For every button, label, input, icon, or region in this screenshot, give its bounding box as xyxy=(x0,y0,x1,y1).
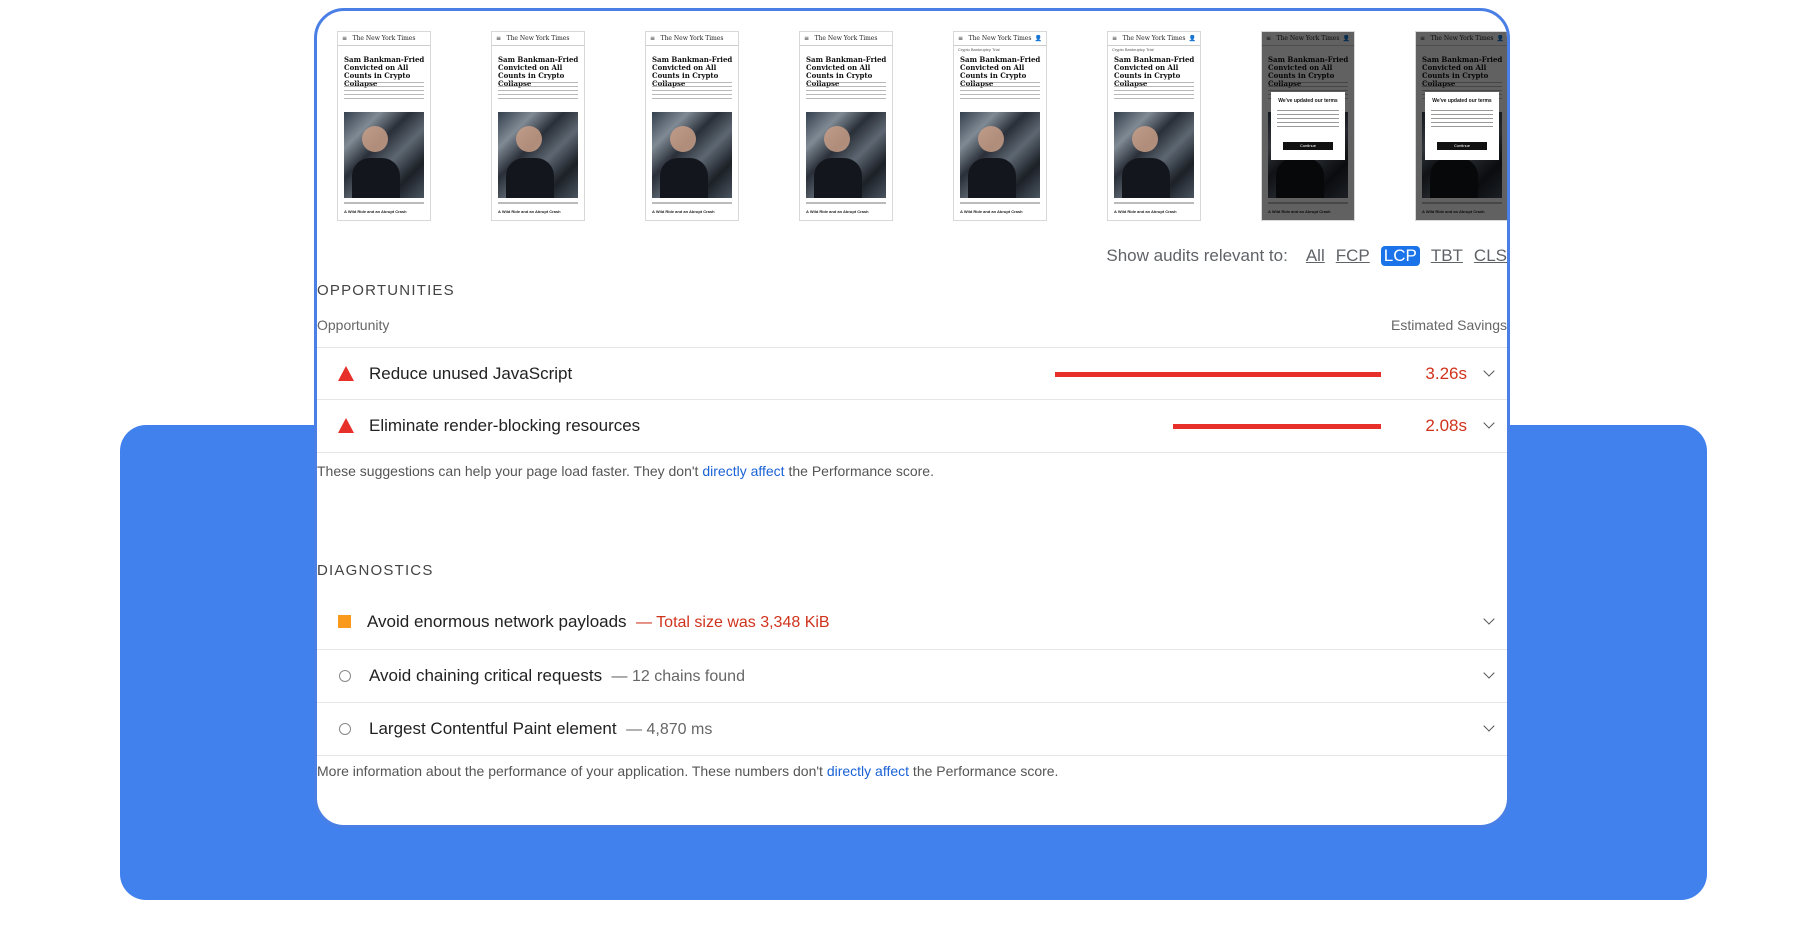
frame-headline: Sam Bankman-Fried Convicted on All Count… xyxy=(1422,55,1503,88)
frame-photo xyxy=(344,112,424,198)
filmstrip-frame: ≡ The New York Times 👤 Sam Bankman-Fried C… xyxy=(1261,31,1355,221)
audit-title: Avoid enormous network payloads — Total … xyxy=(367,612,830,631)
directly-affect-link[interactable]: directly affect xyxy=(702,463,784,479)
info-circle-icon xyxy=(339,670,351,682)
audit-title: Avoid chaining critical requests — 12 ch… xyxy=(369,666,745,685)
chevron-down-icon[interactable] xyxy=(1483,613,1495,625)
diagnostics-note: More information about the performance o… xyxy=(317,763,1059,779)
audit-detail: — 12 chains found xyxy=(611,668,745,685)
column-opportunity: Opportunity xyxy=(317,317,390,333)
opportunities-column-headers: Opportunity Estimated Savings xyxy=(317,317,1507,337)
audit-row-render-blocking[interactable]: Eliminate render-blocking resources 2.08… xyxy=(317,399,1507,453)
fail-triangle-icon xyxy=(338,418,354,433)
filter-lcp[interactable]: LCP xyxy=(1380,246,1420,266)
filmstrip-frame: ≡ The New York Times 👤 Sam Bankman-Fried C… xyxy=(1415,31,1507,221)
filter-fcp[interactable]: FCP xyxy=(1336,246,1370,266)
filmstrip: ≡ The New York Times Sam Bankman-Fried Co… xyxy=(317,21,1507,223)
lighthouse-report-card: ≡ The New York Times Sam Bankman-Fried Co… xyxy=(314,8,1510,828)
frame-photo xyxy=(498,112,578,198)
audit-row-lcp-element[interactable]: Largest Contentful Paint element — 4,870… xyxy=(317,702,1507,756)
filmstrip-frame: ≡ The New York Times Sam Bankman-Fried Co… xyxy=(337,31,431,221)
chevron-down-icon[interactable] xyxy=(1483,667,1495,679)
filter-cls[interactable]: CLS xyxy=(1474,246,1507,266)
frame-headline: Sam Bankman-Fried Convicted on All Count… xyxy=(1268,55,1349,88)
audit-detail: — Total size was 3,348 KiB xyxy=(636,614,830,631)
audit-row-network-payloads[interactable]: Avoid enormous network payloads — Total … xyxy=(317,596,1507,648)
filter-label: Show audits relevant to: xyxy=(1106,246,1288,265)
filmstrip-frame: ≡ The New York Times Sam Bankman-Fried Co… xyxy=(645,31,739,221)
filmstrip-frame: ≡ The New York Times Sam Bankman-Fried Co… xyxy=(799,31,893,221)
terms-modal: We've updated our terms Continue xyxy=(1425,92,1499,160)
filmstrip-frame: ≡ The New York Times 👤 Crypto Bankruptcy T… xyxy=(953,31,1047,221)
audit-row-critical-requests[interactable]: Avoid chaining critical requests — 12 ch… xyxy=(317,649,1507,702)
opportunities-heading: OPPORTUNITIES xyxy=(317,282,455,299)
audit-title: Reduce unused JavaScript xyxy=(369,364,573,383)
savings-value: 2.08s xyxy=(1425,416,1467,435)
filmstrip-frame: ≡ The New York Times 👤 Crypto Bankruptcy T… xyxy=(1107,31,1201,221)
filter-all[interactable]: All xyxy=(1306,246,1325,266)
audit-title: Eliminate render-blocking resources xyxy=(369,416,641,435)
directly-affect-link[interactable]: directly affect xyxy=(827,763,909,779)
average-square-icon xyxy=(338,615,351,628)
chevron-down-icon[interactable] xyxy=(1483,417,1495,429)
chevron-down-icon[interactable] xyxy=(1483,365,1495,377)
filmstrip-frame: ≡ The New York Times Sam Bankman-Fried Co… xyxy=(491,31,585,221)
audit-title: Largest Contentful Paint element — 4,870… xyxy=(369,719,713,738)
audit-row-unused-javascript[interactable]: Reduce unused JavaScript 3.26s xyxy=(317,347,1507,400)
frame-photo xyxy=(960,112,1040,198)
chevron-down-icon[interactable] xyxy=(1483,720,1495,732)
savings-value: 3.26s xyxy=(1425,364,1467,383)
savings-bar xyxy=(1055,372,1381,377)
terms-modal: We've updated our terms Continue xyxy=(1271,92,1345,160)
opportunities-note: These suggestions can help your page loa… xyxy=(317,463,934,479)
frame-photo xyxy=(806,112,886,198)
fail-triangle-icon xyxy=(338,366,354,381)
savings-bar xyxy=(1173,424,1381,429)
audit-filter: Show audits relevant to: All FCP LCP TBT… xyxy=(1106,244,1507,268)
filter-tbt[interactable]: TBT xyxy=(1431,246,1463,266)
audit-detail: — 4,870 ms xyxy=(626,721,713,738)
frame-photo xyxy=(1114,112,1194,198)
diagnostics-heading: DIAGNOSTICS xyxy=(317,562,434,579)
info-circle-icon xyxy=(339,723,351,735)
frame-photo xyxy=(652,112,732,198)
column-estimated-savings: Estimated Savings xyxy=(1391,317,1507,333)
